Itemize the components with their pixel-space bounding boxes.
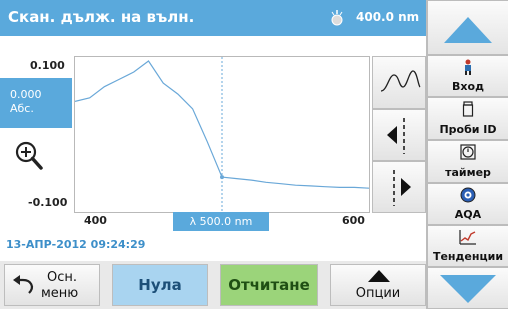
main-menu-label-line2: меню <box>41 286 79 301</box>
main-menu-label-line1: Осн. <box>47 270 78 285</box>
date-time: 13-АПР-2012 09:24:29 <box>6 238 146 251</box>
y-current-value: 0.000 <box>10 88 42 101</box>
scroll-down-icon <box>440 275 496 303</box>
zero-button[interactable]: Нула <box>112 264 208 306</box>
sidebar-item-trends[interactable]: Тенденции <box>427 225 508 267</box>
sidebar-item-sample-id[interactable]: Проби ID <box>427 97 508 140</box>
y-axis-max-label: 0.100 <box>30 59 65 72</box>
scroll-up-button[interactable] <box>427 0 508 55</box>
sample-bottle-icon <box>428 101 508 117</box>
zoom-in-icon[interactable] <box>14 140 44 172</box>
sidebar-item-label: Вход <box>452 80 484 93</box>
peak-search-button[interactable] <box>372 56 426 109</box>
read-button[interactable]: Отчитане <box>220 264 318 306</box>
triangle-up-icon <box>368 270 390 282</box>
x-axis-max-label: 600 <box>342 214 365 227</box>
arrow-left-icon <box>387 118 405 154</box>
scroll-up-icon <box>444 17 492 43</box>
cursor-right-button[interactable] <box>372 161 426 213</box>
sidebar-item-label: таймер <box>445 166 491 179</box>
x-axis-min-label: 400 <box>84 214 107 227</box>
y-unit-label: Абс. <box>10 102 34 115</box>
cursor-readout: λ 500.0 nm <box>173 212 269 231</box>
sidebar-item-login[interactable]: Вход <box>427 55 508 97</box>
person-icon <box>428 59 508 75</box>
peak-curve-icon <box>380 70 421 92</box>
cursor-point <box>220 175 224 180</box>
sidebar-item-aqa[interactable]: AQA <box>427 183 508 225</box>
y-axis-min-label: -0.100 <box>28 196 68 209</box>
cursor-left-button[interactable] <box>372 109 426 161</box>
options-button[interactable]: Опции <box>330 264 426 306</box>
arrow-right-icon <box>393 170 411 206</box>
sidebar-item-timer[interactable]: таймер <box>427 140 508 183</box>
trend-chart-icon <box>428 229 508 245</box>
back-arrow-icon <box>13 275 33 294</box>
aqa-icon <box>428 187 508 203</box>
zero-button-label: Нула <box>138 276 182 294</box>
sidebar-item-label: Проби ID <box>439 123 497 136</box>
read-button-label: Отчитане <box>228 276 310 294</box>
wavelength-display: 400.0 nm <box>356 10 420 24</box>
right-panel: Вход Проби ID таймер AQA Тенденции <box>426 0 508 309</box>
timer-icon <box>428 144 508 160</box>
scroll-down-button[interactable] <box>427 267 508 309</box>
main-menu-button[interactable]: Осн. меню <box>4 264 100 306</box>
sidebar-item-label: Тенденции <box>432 250 504 263</box>
spectrum-plot <box>74 57 370 212</box>
page-title: Скан. дълж. на вълн. <box>8 8 195 26</box>
options-label: Опции <box>355 286 401 301</box>
spectrum-graph[interactable] <box>74 56 370 213</box>
sidebar-item-label: AQA <box>454 208 482 221</box>
lamp-icon <box>331 10 343 26</box>
